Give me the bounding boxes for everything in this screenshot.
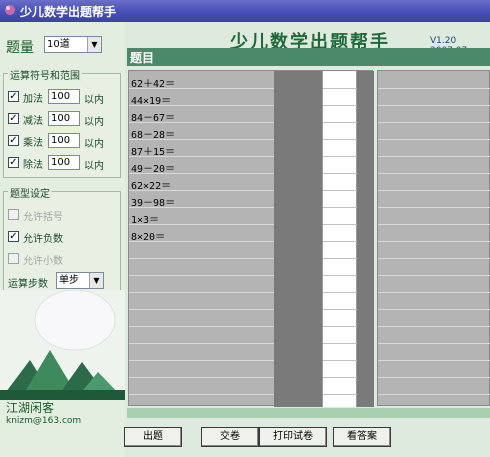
add-checkbox[interactable]: ✓ [8, 91, 19, 102]
allow-decimal-label: 允许小数 [23, 256, 63, 267]
divider-column [274, 71, 322, 407]
div-label: 除法 [23, 160, 43, 171]
submit-button[interactable]: 交卷 [201, 427, 259, 447]
author-name: 江湖闲客 [6, 401, 55, 415]
div-checkbox[interactable]: ✓ [8, 157, 19, 168]
question-item: 44×19＝ [131, 96, 172, 107]
question-item: 62＋42＝ [131, 79, 176, 90]
panel-title: 题目 [130, 51, 155, 65]
question-item: 87＋15＝ [131, 147, 176, 158]
print-button[interactable]: 打印试卷 [259, 427, 327, 447]
show-answers-button[interactable]: 看答案 [333, 427, 391, 447]
divider-column [357, 71, 374, 407]
author-email: knizm@163.com [6, 416, 82, 426]
question-item: 84－67＝ [131, 113, 176, 124]
title-bar: 少儿数学出题帮手 [0, 0, 490, 22]
generate-button[interactable]: 出题 [124, 427, 182, 447]
question-item: 39－98＝ [131, 198, 176, 209]
div-unit: 以内 [84, 161, 104, 172]
allow-decimal-checkbox[interactable] [8, 253, 19, 264]
mul-unit: 以内 [84, 139, 104, 150]
mul-range-input[interactable]: 100 [48, 133, 80, 148]
steps-select[interactable]: 单步 ▼ [56, 272, 104, 289]
window-title: 少儿数学出题帮手 [20, 5, 117, 19]
answer-column[interactable] [322, 71, 358, 407]
add-label: 加法 [23, 94, 43, 105]
ops-group-title: 运算符号和范围 [8, 67, 82, 82]
add-range-input[interactable]: 100 [48, 89, 80, 104]
app-icon [5, 5, 15, 15]
count-label: 题量 [6, 40, 34, 56]
allow-negative-checkbox[interactable]: ✓ [8, 231, 19, 242]
sub-label: 减法 [23, 116, 43, 127]
sub-range-input[interactable]: 100 [48, 111, 80, 126]
sub-checkbox[interactable]: ✓ [8, 113, 19, 124]
mul-label: 乘法 [23, 138, 43, 149]
chevron-down-icon[interactable]: ▼ [89, 273, 103, 288]
steps-label: 运算步数 [8, 279, 48, 290]
decorative-image [0, 290, 125, 400]
question-item: 49－20＝ [131, 164, 176, 175]
question-paper: 62＋42＝ 44×19＝ 84－67＝ 68－28＝ 87＋15＝ 49－20… [128, 70, 374, 407]
question-item: 62×22＝ [131, 181, 172, 192]
mul-checkbox[interactable]: ✓ [8, 135, 19, 146]
panel-footer [127, 408, 490, 418]
div-range-input[interactable]: 100 [48, 155, 80, 170]
chevron-down-icon[interactable]: ▼ [87, 37, 101, 52]
question-item: 68－28＝ [131, 130, 176, 141]
sub-unit: 以内 [84, 117, 104, 128]
question-item: 1×3＝ [131, 215, 160, 226]
allow-brackets-label: 允许括号 [23, 212, 63, 223]
allow-brackets-checkbox[interactable] [8, 209, 19, 220]
panel-header: 题目 [127, 48, 490, 66]
question-item: 8×20＝ [131, 232, 166, 243]
allow-negative-label: 允许负数 [23, 234, 63, 245]
count-select[interactable]: 10道 ▼ [44, 36, 102, 53]
second-question-paper [377, 70, 490, 406]
type-group-title: 题型设定 [8, 185, 52, 200]
add-unit: 以内 [84, 95, 104, 106]
